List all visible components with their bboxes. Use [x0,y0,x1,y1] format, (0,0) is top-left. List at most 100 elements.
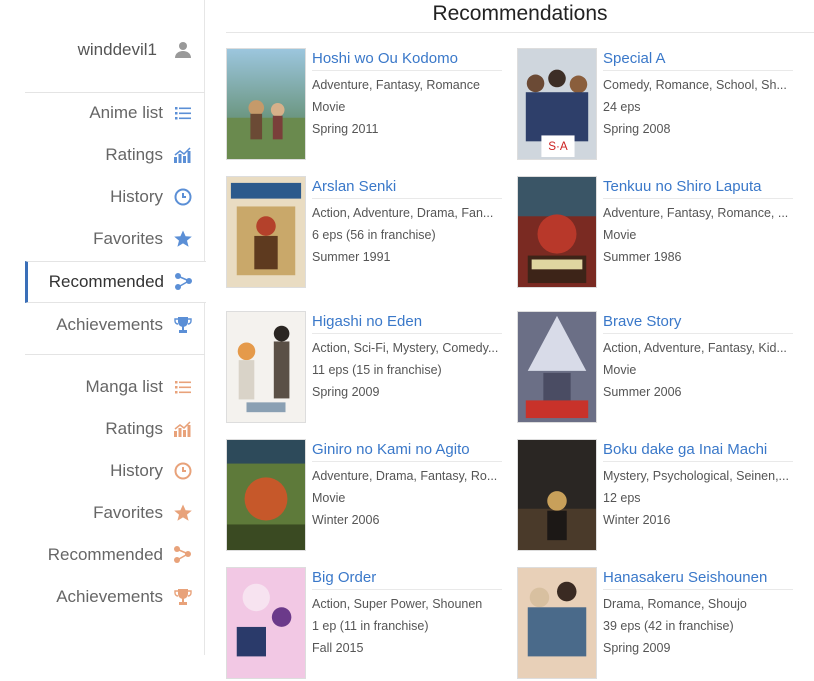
genres: Adventure, Drama, Fantasy, Ro... [312,469,498,483]
anime-title-link[interactable]: Big Order [312,569,502,590]
sidebar: winddevil1 Anime list Ratings History Fa… [0,0,206,655]
genres: Action, Sci-Fi, Mystery, Comedy... [312,341,499,355]
season: Spring 2009 [312,385,380,399]
season: Summer 1986 [603,250,682,264]
genres: Action, Super Power, Shounen [312,597,483,611]
episodes: 6 eps (56 in franchise) [312,228,436,242]
anime-title-link[interactable]: Brave Story [603,313,793,334]
sidebar-item-anime-recommended[interactable]: Recommended [25,261,206,303]
user-profile-link[interactable]: winddevil1 [25,30,205,70]
sidebar-item-manga-ratings[interactable]: Ratings [25,409,205,449]
episodes: Movie [603,363,637,377]
username: winddevil1 [77,40,157,59]
poster-image[interactable] [226,311,306,423]
star-icon [173,229,193,249]
sidebar-item-anime-list[interactable]: Anime list [25,93,205,133]
main-content: Recommendations Hoshi wo Ou Kodomo Adven… [226,0,814,679]
genres: Adventure, Fantasy, Romance [312,78,480,92]
season: Fall 2015 [312,641,364,655]
genres: Comedy, Romance, School, Sh... [603,78,787,92]
sidebar-item-manga-recommended[interactable]: Recommended [25,535,205,575]
sidebar-item-anime-achievements[interactable]: Achievements [25,305,205,345]
sidebar-item-label: Achievements [56,315,163,334]
sidebar-item-label: History [110,187,163,206]
season: Spring 2011 [312,122,379,136]
episodes: 1 ep (11 in franchise) [312,619,429,633]
season: Summer 1991 [312,250,391,264]
episodes: Movie [603,228,637,242]
sidebar-item-label: Favorites [93,503,163,522]
anime-title-link[interactable]: Arslan Senki [312,178,502,199]
sidebar-item-label: Favorites [93,229,163,248]
genres: Mystery, Psychological, Seinen,... [603,469,789,483]
genres: Drama, Romance, Shoujo [603,597,747,611]
sidebar-item-label: Recommended [47,545,163,564]
genres: Action, Adventure, Fantasy, Kid... [603,341,787,355]
recommendation-card: Hoshi wo Ou Kodomo Adventure, Fantasy, R… [226,48,516,162]
recommendation-card: S·A Special A Comedy, Romance, School, S… [517,48,807,162]
sidebar-item-anime-ratings[interactable]: Ratings [25,135,205,175]
sidebar-item-anime-history[interactable]: History [25,177,205,217]
sidebar-item-manga-achievements[interactable]: Achievements [25,577,205,617]
season: Spring 2009 [603,641,671,655]
recommendation-card: Hanasakeru Seishounen Drama, Romance, Sh… [517,567,807,681]
poster-image[interactable] [517,439,597,551]
recommend-icon [173,545,193,565]
genres: Adventure, Fantasy, Romance, ... [603,206,789,220]
recommendation-card: Tenkuu no Shiro Laputa Adventure, Fantas… [517,176,807,290]
sidebar-item-label: History [110,461,163,480]
svg-text:S·A: S·A [548,140,568,153]
anime-title-link[interactable]: Hoshi wo Ou Kodomo [312,50,502,71]
list-icon [173,103,193,123]
anime-title-link[interactable]: Boku dake ga Inai Machi [603,441,793,462]
page-title: Recommendations [226,0,814,33]
episodes: 24 eps [603,100,641,114]
trophy-icon [173,587,193,607]
poster-image[interactable]: S·A [517,48,597,160]
recommendation-card: Boku dake ga Inai Machi Mystery, Psychol… [517,439,807,553]
anime-title-link[interactable]: Higashi no Eden [312,313,502,334]
recommendation-card: Giniro no Kami no Agito Adventure, Drama… [226,439,516,553]
sidebar-item-manga-history[interactable]: History [25,451,205,491]
poster-image[interactable] [226,48,306,160]
episodes: Movie [312,491,346,505]
poster-image[interactable] [226,439,306,551]
genres: Action, Adventure, Drama, Fan... [312,206,494,220]
episodes: Movie [312,100,346,114]
poster-image[interactable] [226,567,306,679]
anime-title-link[interactable]: Tenkuu no Shiro Laputa [603,178,793,199]
poster-image[interactable] [226,176,306,288]
episodes: 39 eps (42 in franchise) [603,619,734,633]
poster-image[interactable] [517,311,597,423]
list-icon [173,377,193,397]
poster-image[interactable] [517,176,597,288]
sidebar-item-anime-favorites[interactable]: Favorites [25,219,205,259]
recommendation-card: Brave Story Action, Adventure, Fantasy, … [517,311,807,425]
sidebar-item-label: Anime list [89,103,163,122]
sidebar-item-label: Achievements [56,587,163,606]
season: Summer 2006 [603,385,682,399]
sidebar-item-label: Ratings [105,419,163,438]
recommend-icon [174,272,194,292]
history-icon [173,187,193,207]
chart-icon [173,145,193,165]
sidebar-item-label: Manga list [85,377,163,396]
anime-title-link[interactable]: Giniro no Kami no Agito [312,441,502,462]
season: Winter 2006 [312,513,380,527]
poster-image[interactable] [517,567,597,679]
star-icon [173,503,193,523]
recommendation-card: Higashi no Eden Action, Sci-Fi, Mystery,… [226,311,516,425]
recommendation-card: Arslan Senki Action, Adventure, Drama, F… [226,176,516,290]
season: Spring 2008 [603,122,671,136]
sidebar-item-label: Ratings [105,145,163,164]
user-icon [173,40,193,60]
sidebar-item-manga-list[interactable]: Manga list [25,367,205,407]
sidebar-item-label: Recommended [48,272,164,291]
history-icon [173,461,193,481]
anime-title-link[interactable]: Hanasakeru Seishounen [603,569,793,590]
sidebar-item-manga-favorites[interactable]: Favorites [25,493,205,533]
season: Winter 2016 [603,513,671,527]
anime-title-link[interactable]: Special A [603,50,793,71]
chart-icon [173,419,193,439]
trophy-icon [173,315,193,335]
